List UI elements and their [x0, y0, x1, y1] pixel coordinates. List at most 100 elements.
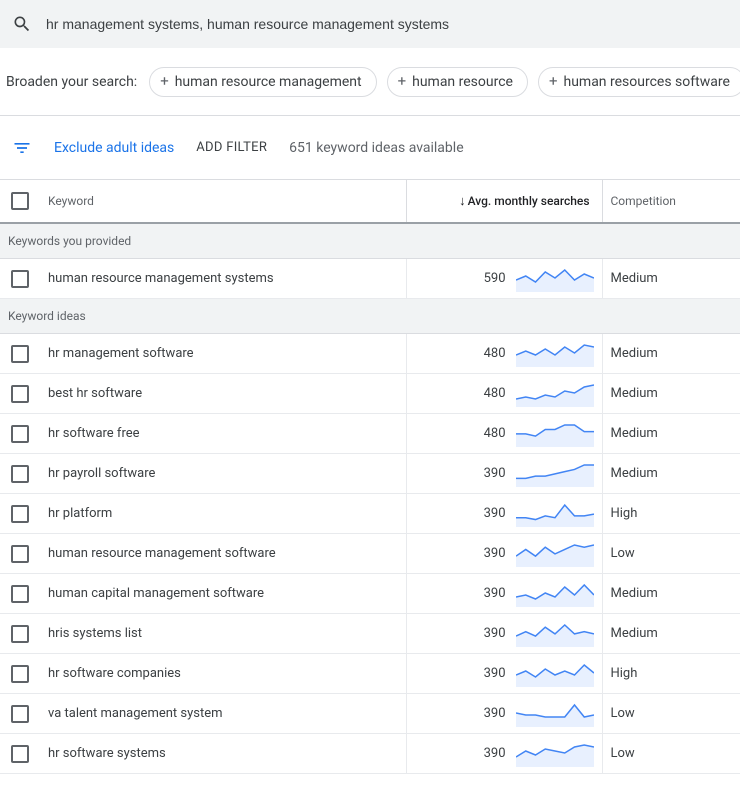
column-header-searches[interactable]: ↓Avg. monthly searches [406, 180, 602, 223]
sparkline [516, 581, 594, 607]
keyword-cell: best hr software [40, 374, 406, 414]
row-checkbox[interactable] [11, 665, 29, 683]
broaden-chip[interactable]: + human resources software [538, 67, 740, 97]
row-checkbox[interactable] [11, 385, 29, 403]
table-row: hr software free480Medium [0, 414, 740, 454]
searches-cell: 390 [415, 581, 594, 607]
plus-icon: + [398, 74, 407, 89]
keyword-cell: va talent management system [40, 694, 406, 734]
row-checkbox[interactable] [11, 705, 29, 723]
row-checkbox[interactable] [11, 585, 29, 603]
column-header-keyword[interactable]: Keyword [40, 180, 406, 223]
competition-cell: Medium [602, 374, 740, 414]
keyword-cell: hr management software [40, 334, 406, 374]
broaden-chip[interactable]: +human resource management [149, 67, 376, 97]
table-row: hr platform 390 High [0, 494, 740, 534]
sparkline [516, 501, 594, 527]
searches-value: 480 [484, 426, 506, 441]
ideas-count: 651 keyword ideas available [289, 140, 463, 156]
keyword-cell: hr software free [40, 414, 406, 454]
sort-descending-icon: ↓ [459, 194, 466, 209]
searches-cell: 480 [415, 341, 594, 367]
table-row: va talent management system 390 Low [0, 694, 740, 734]
competition-cell: Low [602, 734, 740, 774]
competition-cell: High [602, 494, 740, 534]
keyword-cell: human capital management software [40, 574, 406, 614]
row-checkbox[interactable] [11, 505, 29, 523]
searches-value: 390 [484, 546, 506, 561]
sparkline [516, 741, 594, 767]
keyword-cell: hr software systems [40, 734, 406, 774]
broaden-search-bar: Broaden your search: +human resource man… [0, 48, 740, 116]
exclude-adult-link[interactable]: Exclude adult ideas [54, 140, 174, 156]
competition-cell: Low [602, 694, 740, 734]
section-keyword-ideas: Keyword ideas [0, 299, 740, 334]
searches-value: 390 [484, 586, 506, 601]
table-row: hr management software 480 Medium [0, 334, 740, 374]
chip-label: human resources software [563, 74, 729, 90]
searches-cell: 390 [415, 541, 594, 567]
searches-value: 390 [484, 666, 506, 681]
searches-cell: 390 [415, 701, 594, 727]
searches-value: 390 [484, 466, 506, 481]
sparkline [516, 541, 594, 567]
keyword-cell: human resource management software [40, 534, 406, 574]
row-checkbox[interactable] [11, 745, 29, 763]
filter-icon[interactable] [12, 138, 32, 158]
table-row: human capital management software390Medi… [0, 574, 740, 614]
search-bar [0, 0, 740, 48]
row-checkbox[interactable] [11, 345, 29, 363]
keyword-table: Keyword ↓Avg. monthly searches Competiti… [0, 180, 740, 774]
table-row: hr software companies390High [0, 654, 740, 694]
broaden-label: Broaden your search: [6, 74, 137, 90]
table-row: hr software systems 390 Low [0, 734, 740, 774]
searches-value: 390 [484, 746, 506, 761]
chip-label: human resource [412, 74, 513, 90]
row-checkbox[interactable] [11, 270, 29, 288]
row-checkbox[interactable] [11, 545, 29, 563]
searches-value: 390 [484, 506, 506, 521]
searches-cell: 480 [415, 381, 594, 407]
filter-bar: Exclude adult ideas ADD FILTER 651 keywo… [0, 116, 740, 180]
competition-cell: Medium [602, 454, 740, 494]
sparkline [516, 421, 594, 447]
searches-cell: 390 [415, 621, 594, 647]
row-checkbox[interactable] [11, 465, 29, 483]
keyword-cell: hr payroll software [40, 454, 406, 494]
searches-value: 590 [484, 271, 506, 286]
table-row: human resource management systems 590 Medi… [0, 259, 740, 299]
competition-cell: Medium [602, 614, 740, 654]
select-all-checkbox[interactable] [11, 192, 29, 210]
row-checkbox[interactable] [11, 425, 29, 443]
keyword-cell: human resource management systems [40, 259, 406, 299]
searches-cell: 390 [415, 661, 594, 687]
table-row: best hr software 480 Medium [0, 374, 740, 414]
row-checkbox[interactable] [11, 625, 29, 643]
column-header-label: Avg. monthly searches [468, 194, 590, 208]
sparkline [516, 661, 594, 687]
search-icon [12, 14, 32, 34]
competition-cell: Low [602, 534, 740, 574]
searches-value: 390 [484, 626, 506, 641]
keyword-cell: hr platform [40, 494, 406, 534]
broaden-chip[interactable]: + human resource [387, 67, 528, 97]
searches-cell: 390 [415, 501, 594, 527]
sparkline [516, 266, 594, 292]
column-header-competition[interactable]: Competition [602, 180, 740, 223]
searches-value: 390 [484, 706, 506, 721]
competition-cell: High [602, 654, 740, 694]
searches-value: 480 [484, 386, 506, 401]
table-row: human resource management software 390 Low [0, 534, 740, 574]
competition-cell: Medium [602, 259, 740, 299]
searches-cell: 480 [415, 421, 594, 447]
table-row: hr payroll software 390 Medium [0, 454, 740, 494]
search-input[interactable] [46, 16, 728, 32]
competition-cell: Medium [602, 334, 740, 374]
add-filter-button[interactable]: ADD FILTER [196, 140, 267, 155]
section-keywords-provided: Keywords you provided [0, 223, 740, 259]
sparkline [516, 701, 594, 727]
searches-cell: 590 [415, 266, 594, 292]
keyword-cell: hris systems list [40, 614, 406, 654]
sparkline [516, 341, 594, 367]
plus-icon: + [549, 74, 558, 89]
